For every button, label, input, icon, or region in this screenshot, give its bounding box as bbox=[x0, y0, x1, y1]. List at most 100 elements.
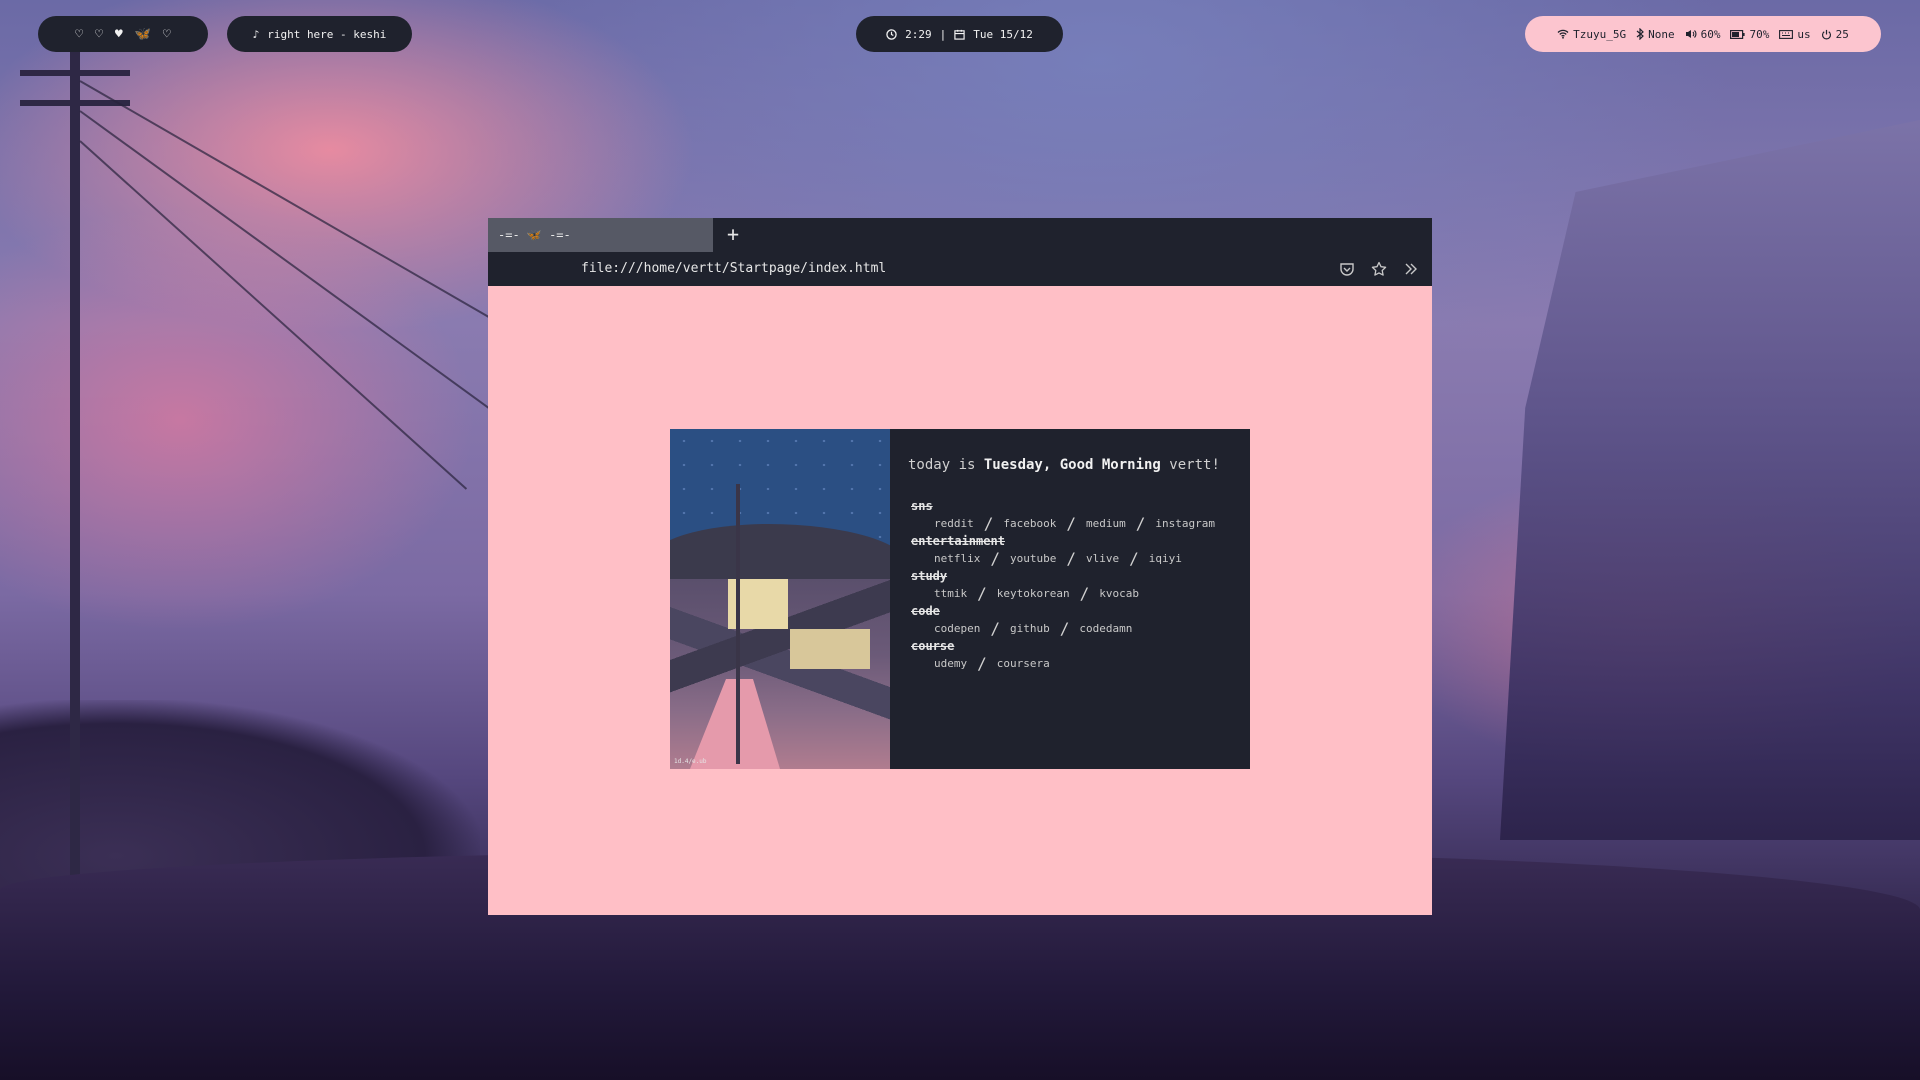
clock-icon bbox=[886, 28, 897, 40]
wallpaper-wire bbox=[79, 80, 531, 342]
wifi-ssid: Tzuyu_5G bbox=[1573, 27, 1627, 41]
address-bar: file:///home/vertt/Startpage/index.html bbox=[488, 252, 1432, 286]
link-separator: / bbox=[1059, 618, 1070, 638]
workspace-3-heart-icon[interactable]: ♥ bbox=[115, 27, 123, 42]
link-medium[interactable]: medium bbox=[1086, 517, 1126, 530]
clock-separator: | bbox=[939, 27, 947, 41]
address-bar-actions bbox=[1336, 258, 1422, 280]
link-reddit[interactable]: reddit bbox=[934, 517, 974, 530]
startpage-card: 1d.4/e.ub today is Tuesday, Good Morning… bbox=[670, 429, 1250, 769]
greeting-suffix: vertt! bbox=[1160, 457, 1220, 473]
workspace-2-heart-icon[interactable]: ♡ bbox=[95, 27, 103, 42]
link-iqiyi[interactable]: iqiyi bbox=[1149, 552, 1182, 565]
speaker-icon bbox=[1685, 29, 1697, 39]
tab-bar: -=- 🦋 -=- + bbox=[488, 218, 1432, 252]
group-links-entertainment: netflix / youtube / vlive / iqiyi bbox=[934, 548, 1220, 568]
group-title-course: course bbox=[911, 639, 955, 653]
power-icon bbox=[1821, 29, 1832, 40]
workspace-4-butterfly-icon[interactable]: 🦋 bbox=[135, 27, 151, 42]
wallpaper-pole-crossbar bbox=[20, 100, 130, 106]
startpage-content: today is Tuesday, Good Morning vertt! sn… bbox=[908, 457, 1220, 674]
keyboard-layout[interactable]: us bbox=[1779, 27, 1811, 41]
keyboard-icon bbox=[1779, 29, 1794, 39]
link-separator: / bbox=[990, 548, 1000, 568]
link-separator: / bbox=[1129, 548, 1139, 568]
link-codepen[interactable]: codepen bbox=[934, 622, 980, 635]
link-keytokorean[interactable]: keytokorean bbox=[997, 587, 1070, 600]
group-title-study: study bbox=[911, 569, 948, 583]
link-kvocab[interactable]: kvocab bbox=[1099, 587, 1139, 600]
art-signature: 1d.4/e.ub bbox=[674, 758, 707, 765]
bluetooth-status[interactable]: None bbox=[1636, 28, 1675, 41]
link-netflix[interactable]: netflix bbox=[934, 552, 980, 565]
group-links-study: ttmik / keytokorean / kvocab bbox=[934, 583, 1220, 603]
keyboard-layout-value: us bbox=[1797, 27, 1811, 41]
wifi-icon bbox=[1557, 29, 1569, 39]
tab-label: -=- 🦋 -=- bbox=[498, 228, 571, 242]
wallpaper-wire bbox=[79, 110, 502, 418]
battery-value: 70% bbox=[1749, 27, 1770, 41]
link-github[interactable]: github bbox=[1010, 622, 1050, 635]
system-status: Tzuyu_5G None 60% 70% us 25 bbox=[1525, 16, 1881, 52]
group-links-sns: reddit / facebook / medium / instagram bbox=[934, 513, 1220, 533]
greeting-prefix: today is bbox=[908, 457, 984, 473]
group-title-code: code bbox=[911, 604, 940, 618]
tab-startpage[interactable]: -=- 🦋 -=- bbox=[488, 218, 713, 252]
group-title-sns: sns bbox=[911, 499, 933, 513]
group-links-course: udemy / coursera bbox=[934, 653, 1220, 673]
workspace-5-heart-icon[interactable]: ♡ bbox=[163, 27, 171, 42]
now-playing-text: right here - keshi bbox=[267, 27, 387, 41]
power-value: 25 bbox=[1835, 27, 1849, 41]
calendar-icon bbox=[954, 29, 965, 40]
workspace-1-heart-icon[interactable]: ♡ bbox=[75, 27, 83, 42]
browser-window: -=- 🦋 -=- + file:///home/vertt/Startpage… bbox=[488, 218, 1432, 915]
url-field[interactable]: file:///home/vertt/Startpage/index.html bbox=[581, 261, 886, 276]
bookmark-star-icon[interactable] bbox=[1368, 258, 1390, 280]
battery-icon bbox=[1730, 29, 1746, 39]
bluetooth-icon bbox=[1636, 28, 1644, 40]
media-player[interactable]: ♪ right here - keshi bbox=[227, 16, 412, 52]
startpage-illustration: 1d.4/e.ub bbox=[670, 429, 890, 769]
wallpaper-trees bbox=[0, 700, 480, 960]
greeting: today is Tuesday, Good Morning vertt! bbox=[908, 457, 1220, 473]
link-ttmik[interactable]: ttmik bbox=[934, 587, 967, 600]
link-instagram[interactable]: instagram bbox=[1155, 517, 1215, 530]
link-separator: / bbox=[983, 513, 994, 533]
power-status[interactable]: 25 bbox=[1821, 28, 1849, 41]
overflow-chevron-icon[interactable] bbox=[1400, 258, 1422, 280]
link-youtube[interactable]: youtube bbox=[1010, 552, 1056, 565]
wallpaper-wire bbox=[79, 140, 468, 490]
link-udemy[interactable]: udemy bbox=[934, 657, 967, 670]
link-vlive[interactable]: vlive bbox=[1086, 552, 1119, 565]
link-separator: / bbox=[1079, 583, 1090, 603]
volume-status[interactable]: 60% bbox=[1685, 27, 1721, 41]
art-house bbox=[790, 629, 870, 669]
group-title-entertainment: entertainment bbox=[911, 534, 1005, 548]
link-facebook[interactable]: facebook bbox=[1003, 517, 1056, 530]
art-pole bbox=[736, 484, 740, 764]
link-separator: / bbox=[1066, 548, 1076, 568]
wallpaper-utility-pole bbox=[70, 40, 80, 940]
link-groups: sns reddit / facebook / medium / instagram … bbox=[910, 499, 1220, 673]
clock-widget[interactable]: 2:29 | Tue 15/12 bbox=[856, 16, 1063, 52]
link-separator: / bbox=[977, 583, 987, 603]
clock-date: Tue 15/12 bbox=[973, 27, 1033, 41]
wallpaper-building bbox=[1500, 120, 1920, 840]
workspace-switcher: ♡ ♡ ♥ 🦋 ♡ bbox=[38, 16, 208, 52]
wallpaper-pole-crossbar bbox=[20, 70, 130, 76]
clock-time: 2:29 bbox=[905, 27, 932, 41]
link-separator: / bbox=[1135, 513, 1146, 533]
battery-status[interactable]: 70% bbox=[1730, 28, 1769, 41]
new-tab-button[interactable]: + bbox=[720, 221, 746, 247]
volume-value: 60% bbox=[1700, 27, 1721, 41]
link-separator: / bbox=[990, 618, 1000, 638]
pocket-icon[interactable] bbox=[1336, 258, 1358, 280]
group-links-code: codepen / github / codedamn bbox=[934, 618, 1220, 638]
music-note-icon: ♪ bbox=[252, 27, 260, 41]
link-separator: / bbox=[977, 653, 987, 673]
link-codedamn[interactable]: codedamn bbox=[1079, 622, 1132, 635]
link-separator: / bbox=[1066, 513, 1077, 533]
wifi-status[interactable]: Tzuyu_5G bbox=[1557, 28, 1626, 41]
link-coursera[interactable]: coursera bbox=[997, 657, 1050, 670]
bluetooth-value: None bbox=[1648, 27, 1675, 41]
